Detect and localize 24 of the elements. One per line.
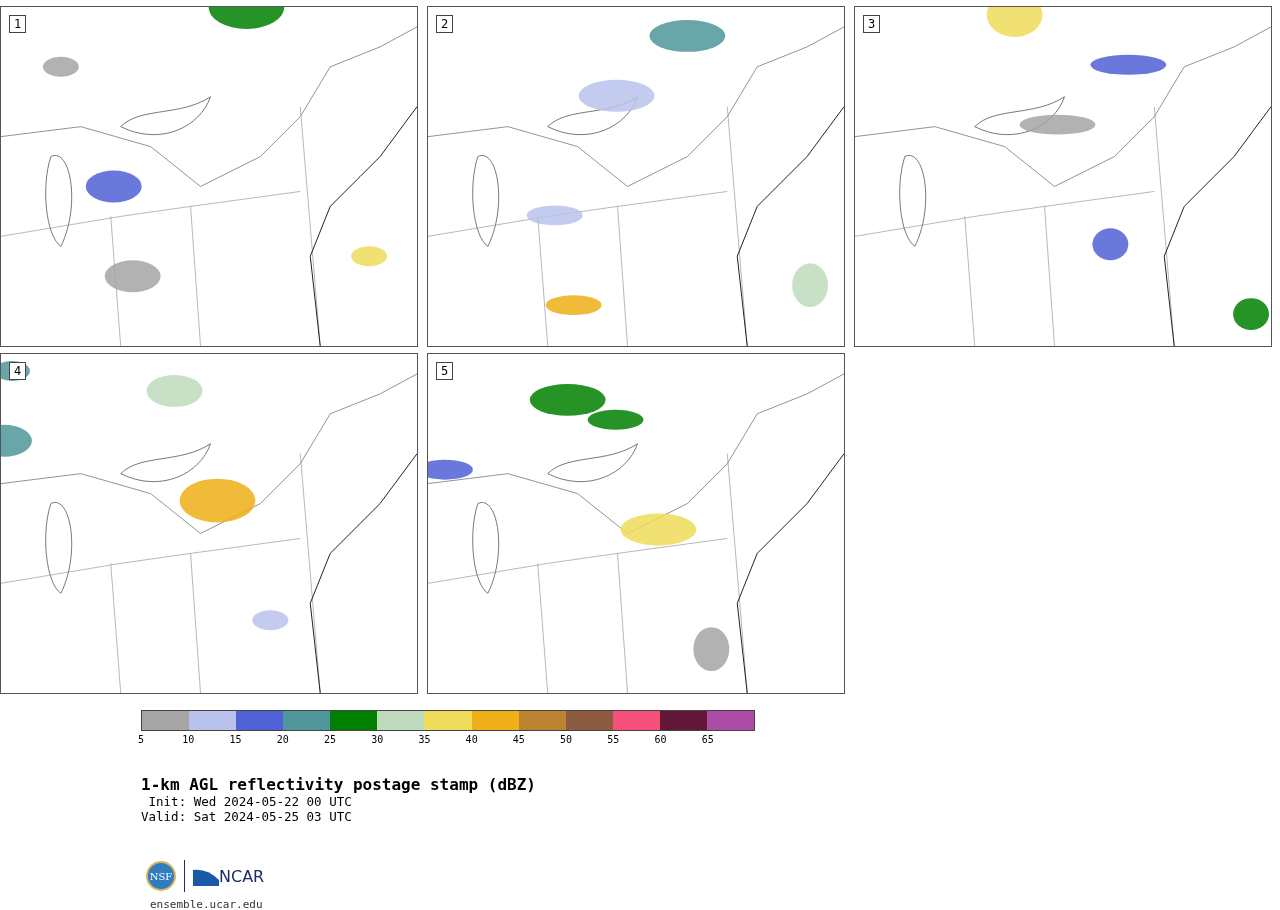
nsf-logo: NSF [146, 861, 176, 891]
panel-number: 4 [9, 362, 27, 380]
tick-label: 45 [512, 734, 525, 745]
tick-label: 55 [607, 734, 620, 745]
tick-label: 25 [323, 734, 336, 745]
tick-label: 50 [560, 734, 573, 745]
ncar-logo: NCAR [219, 866, 265, 886]
init-time: Init: Wed 2024-05-22 00 UTC [147, 794, 353, 809]
tick-label: 30 [371, 734, 384, 745]
panel-number: 3 [863, 15, 881, 33]
tick-label: 40 [465, 734, 478, 745]
tick-label: 60 [654, 734, 667, 745]
tick-label: 10 [182, 734, 195, 745]
tick-label: 5 [138, 734, 144, 745]
panel-number: 5 [436, 362, 454, 380]
tick-label: 15 [229, 734, 242, 745]
site-url: ensemble.ucar.edu [150, 898, 264, 910]
tick-label: 20 [276, 734, 289, 745]
panel-number: 2 [436, 15, 454, 33]
tick-label: 35 [418, 734, 431, 745]
tick-label: 65 [701, 734, 714, 745]
panel-number: 1 [9, 15, 27, 33]
chart-title: 1-km AGL reflectivity postage stamp (dBZ) [141, 775, 537, 794]
valid-time: Valid: Sat 2024-05-25 03 UTC [141, 809, 353, 824]
